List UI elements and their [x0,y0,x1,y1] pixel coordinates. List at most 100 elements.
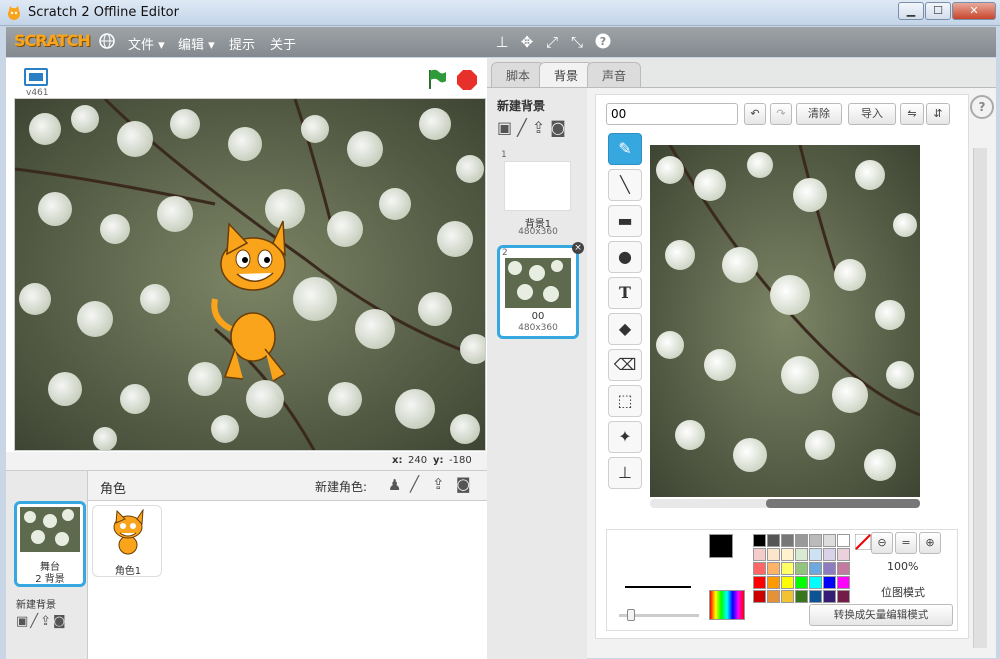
menu-about[interactable]: 关于 [270,34,296,53]
tab-backdrops[interactable]: 背景 [539,62,594,88]
upload-sprite-icon[interactable]: ⇪ [432,475,445,493]
delete-backdrop-icon[interactable]: × [572,242,584,254]
import-button[interactable]: 导入 [848,103,896,125]
palette-swatch[interactable] [823,590,836,603]
rectangle-tool-icon[interactable]: ▬ [608,205,642,237]
tab-scripts[interactable]: 脚本 [491,62,546,88]
palette-swatch[interactable] [781,534,794,547]
upload-icon[interactable]: ⇪ [40,614,53,629]
palette-swatch[interactable] [753,534,766,547]
palette-swatch[interactable] [795,576,808,589]
zoom-out-icon[interactable]: ⊖ [871,532,893,554]
palette-swatch[interactable] [823,576,836,589]
clear-button[interactable]: 清除 [796,103,842,125]
menu-edit[interactable]: 编辑 ▾ [178,34,215,53]
scratch-logo[interactable]: SCRATCH [14,31,91,50]
flip-vertical-icon[interactable]: ⇵ [926,103,950,125]
backdrop-name-input[interactable] [606,103,738,125]
tab-sounds[interactable]: 声音 [587,62,642,88]
paintbrush-icon[interactable]: ╱ [30,614,40,629]
grow-icon[interactable]: ⤢ [543,33,561,51]
palette-swatch[interactable] [767,590,780,603]
palette-swatch[interactable] [837,590,850,603]
minimize-button[interactable]: ▁ [898,2,924,20]
palette-swatch[interactable] [823,534,836,547]
shrink-icon[interactable]: ⤡ [568,33,586,51]
sprite-library-icon[interactable]: ♟ [388,476,401,494]
paint-canvas[interactable] [650,145,920,497]
menu-file[interactable]: 文件 ▾ [128,34,165,53]
camera-backdrop-icon[interactable]: ◙ [550,118,571,137]
close-window-button[interactable]: ✕ [952,2,996,20]
zoom-in-icon[interactable]: ⊕ [919,532,941,554]
paint-new-sprite-icon[interactable]: ╱ [410,475,419,493]
redo-icon[interactable]: ↷ [770,103,792,125]
horizontal-scrollbar[interactable] [650,499,920,508]
camera-icon[interactable]: ◙ [53,614,68,629]
palette-swatch[interactable] [753,590,766,603]
paint-backdrop-icon[interactable]: ╱ [517,118,532,137]
palette-swatch[interactable] [809,562,822,575]
slider-handle[interactable] [627,609,635,621]
ellipse-tool-icon[interactable]: ● [608,241,642,273]
transparent-swatch-icon[interactable] [854,533,872,551]
upload-backdrop-icon[interactable]: ⇪ [532,118,550,137]
palette-swatch[interactable] [767,576,780,589]
fill-bucket-icon[interactable]: ◆ [608,313,642,345]
language-globe-icon[interactable] [98,33,116,51]
palette-swatch[interactable] [837,562,850,575]
stage-canvas[interactable] [14,98,486,451]
palette-swatch[interactable] [795,590,808,603]
primary-color-swatch[interactable] [709,534,733,558]
menu-tips[interactable]: 提示 [229,34,255,53]
line-tool-icon[interactable]: ╲ [608,169,642,201]
editor-vertical-scrollbar[interactable] [973,148,987,648]
palette-swatch[interactable] [767,548,780,561]
eraser-tool-icon[interactable]: ⌫ [608,349,642,381]
palette-swatch[interactable] [837,534,850,547]
text-tool-icon[interactable]: T [608,277,642,309]
scrollbar-thumb[interactable] [766,499,920,508]
cut-scissors-icon[interactable]: ✥ [518,33,536,51]
stroke-width-slider[interactable] [619,609,699,621]
maximize-button[interactable]: ☐ [925,2,951,20]
zoom-reset-icon[interactable]: = [895,532,917,554]
palette-swatch[interactable] [781,576,794,589]
palette-swatch[interactable] [837,576,850,589]
palette-swatch[interactable] [823,548,836,561]
palette-swatch[interactable] [781,590,794,603]
help-icon[interactable]: ? [970,95,994,119]
duplicate-stamp-icon[interactable]: ⊥ [493,33,511,51]
undo-icon[interactable]: ↶ [744,103,766,125]
brush-tool-icon[interactable]: ✎ [608,133,642,165]
choose-backdrop-icon[interactable]: ▣ [497,118,517,137]
palette-swatch[interactable] [809,548,822,561]
palette-swatch[interactable] [767,534,780,547]
palette-swatch[interactable] [753,562,766,575]
palette-swatch[interactable] [795,548,808,561]
convert-to-vector-button[interactable]: 转换成矢量编辑模式 [809,604,953,626]
backdrop-item-2[interactable]: 2 × 00 480x360 [497,242,584,339]
palette-swatch[interactable] [809,534,822,547]
palette-swatch[interactable] [753,576,766,589]
select-tool-icon[interactable]: ⬚ [608,385,642,417]
palette-swatch[interactable] [781,548,794,561]
palette-swatch[interactable] [823,562,836,575]
stage-thumbnail[interactable]: 舞台 2 背景 [14,501,86,587]
green-flag-icon[interactable] [426,68,448,93]
backdrop-item-1[interactable]: 1 背景1 480x360 [497,148,579,237]
fullscreen-icon[interactable] [24,68,48,86]
palette-swatch[interactable] [795,534,808,547]
remove-background-icon[interactable]: ✦ [608,421,642,453]
color-picker-spectrum[interactable] [709,590,745,620]
palette-swatch[interactable] [781,562,794,575]
flip-horizontal-icon[interactable]: ⇋ [900,103,924,125]
help-question-icon[interactable]: ? [594,33,612,51]
palette-swatch[interactable] [795,562,808,575]
palette-swatch[interactable] [809,576,822,589]
stop-sign-icon[interactable] [456,69,478,94]
camera-sprite-icon[interactable]: ◙ [456,475,471,493]
sprite-thumbnail[interactable]: 角色1 [92,505,162,577]
palette-swatch[interactable] [767,562,780,575]
palette-swatch[interactable] [809,590,822,603]
